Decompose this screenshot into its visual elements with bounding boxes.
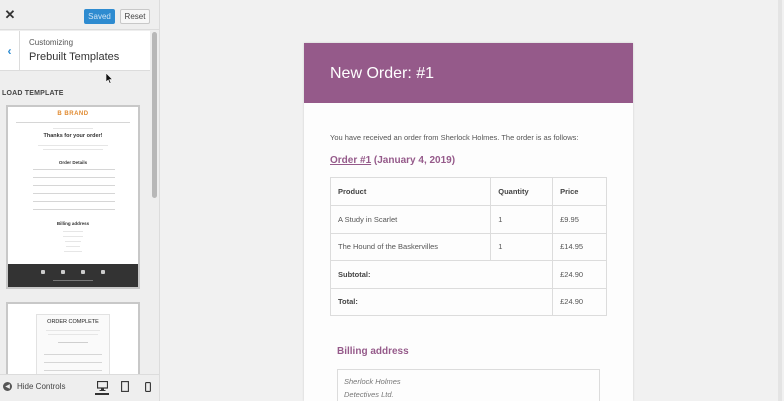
thumbnail-brand-logo: B BRAND — [57, 111, 89, 117]
thumbnail-order-details: Order Details — [58, 160, 88, 165]
billing-name: Sherlock Holmes — [344, 377, 401, 386]
thumbnail-text-line — [43, 149, 103, 150]
price-cell: £9.95 — [552, 205, 607, 234]
thumbnail-heading: ORDER COMPLETE — [47, 319, 99, 325]
template-thumbnail-2[interactable]: ORDER COMPLETE — [6, 302, 140, 382]
table-row: The Hound of the Baskervilles 1 £14.95 — [329, 232, 607, 261]
order-heading: Order #1 (January 4, 2019) — [330, 155, 455, 166]
price-cell: £14.95 — [552, 232, 607, 261]
tablet-preview-button[interactable] — [118, 378, 132, 395]
order-table: Product Quantity Price A Study in Scarle… — [329, 177, 607, 316]
thumbnail-footer-text — [53, 280, 93, 281]
product-cell: A Study in Scarlet — [329, 205, 492, 234]
order-date: (January 4, 2019) — [371, 155, 456, 166]
thumbnail-table-line — [44, 362, 102, 363]
thumbnail-heading: Thanks for your order! — [43, 133, 103, 139]
subtotal-label: Subtotal: — [329, 260, 554, 289]
thumbnail-address-line — [65, 241, 81, 242]
subtotal-value: £24.90 — [552, 260, 607, 289]
billing-company: Detectives Ltd. — [344, 390, 394, 399]
sidebar-scrollbar[interactable] — [152, 32, 157, 198]
column-header-price: Price — [552, 177, 607, 206]
subtotal-row: Subtotal: £24.90 — [329, 260, 607, 289]
table-row: A Study in Scarlet 1 £9.95 — [329, 205, 607, 234]
social-icon — [41, 270, 45, 274]
total-row: Total: £24.90 — [329, 287, 607, 316]
thumbnail-address-line — [64, 251, 82, 252]
thumbnail-text-line — [58, 342, 88, 343]
thumbnail-table-line — [33, 201, 115, 202]
quantity-cell: 1 — [490, 205, 554, 234]
billing-address-heading: Billing address — [337, 346, 409, 357]
customizer-sidebar: ✕ Saved Reset ‹ Customizing Prebuilt Tem… — [0, 0, 160, 401]
social-icon — [101, 270, 105, 274]
thumbnail-table-line — [33, 185, 115, 186]
thumbnail-footer — [8, 264, 138, 287]
thumbnail-text-line — [38, 145, 108, 146]
close-button[interactable]: ✕ — [0, 0, 20, 30]
thumbnail-billing-heading: Billing address — [56, 221, 90, 226]
thumbnail-address-line — [63, 236, 83, 237]
desktop-preview-button[interactable] — [95, 378, 109, 395]
column-header-quantity: Quantity — [490, 177, 554, 206]
email-intro-text: You have received an order from Sherlock… — [330, 133, 579, 142]
thumbnail-table-line — [33, 177, 115, 178]
section-title: Prebuilt Templates — [29, 51, 120, 63]
email-preview: New Order: #1 You have received an order… — [304, 43, 633, 401]
thumbnail-table-line — [33, 193, 115, 194]
quantity-cell: 1 — [490, 232, 554, 261]
thumbnail-table-line — [33, 169, 115, 170]
collapse-arrow-icon[interactable]: ◀ — [3, 382, 12, 391]
email-title: New Order: #1 — [330, 65, 435, 82]
desktop-icon — [96, 380, 108, 391]
load-template-label: LOAD TEMPLATE — [2, 90, 64, 97]
total-value: £24.90 — [552, 287, 607, 316]
bottom-controls: ◀ Hide Controls — [0, 374, 159, 401]
billing-address-box: Sherlock Holmes Detectives Ltd. — [337, 369, 600, 401]
thumbnail-address-line — [63, 231, 83, 232]
mobile-preview-button[interactable] — [141, 378, 155, 395]
back-button[interactable]: ‹ — [0, 31, 20, 71]
template-thumbnail-1[interactable]: B BRAND Thanks for your order! Order Det… — [6, 105, 140, 289]
table-header-row: Product Quantity Price — [329, 177, 607, 206]
thumbnail-divider — [16, 122, 130, 123]
product-cell: The Hound of the Baskervilles — [329, 232, 492, 261]
thumbnail-text-line — [48, 334, 98, 335]
reset-button[interactable]: Reset — [120, 9, 150, 24]
tablet-icon — [121, 381, 129, 392]
thumbnail-text-line — [46, 330, 100, 331]
total-label: Total: — [329, 287, 554, 316]
mouse-cursor-icon — [106, 73, 114, 84]
column-header-product: Product — [329, 177, 492, 206]
chevron-left-icon: ‹ — [7, 44, 12, 58]
saved-button[interactable]: Saved — [84, 9, 115, 24]
preview-scrollbar[interactable] — [778, 0, 782, 401]
thumbnail-text-line — [53, 128, 93, 129]
social-icon — [81, 270, 85, 274]
thumbnail-table-line — [44, 354, 102, 355]
customizing-label: Customizing — [29, 38, 74, 47]
email-header: New Order: #1 — [304, 43, 633, 103]
social-icon — [61, 270, 65, 274]
mobile-icon — [145, 381, 151, 392]
order-link[interactable]: Order #1 — [330, 155, 371, 166]
thumbnail-address-line — [66, 246, 80, 247]
thumbnail-table-line — [44, 370, 102, 371]
section-header: ‹ Customizing Prebuilt Templates — [0, 31, 150, 71]
thumbnail-table-line — [33, 209, 115, 210]
customizer-topbar: ✕ Saved Reset — [0, 0, 159, 30]
hide-controls-button[interactable]: Hide Controls — [17, 382, 65, 391]
